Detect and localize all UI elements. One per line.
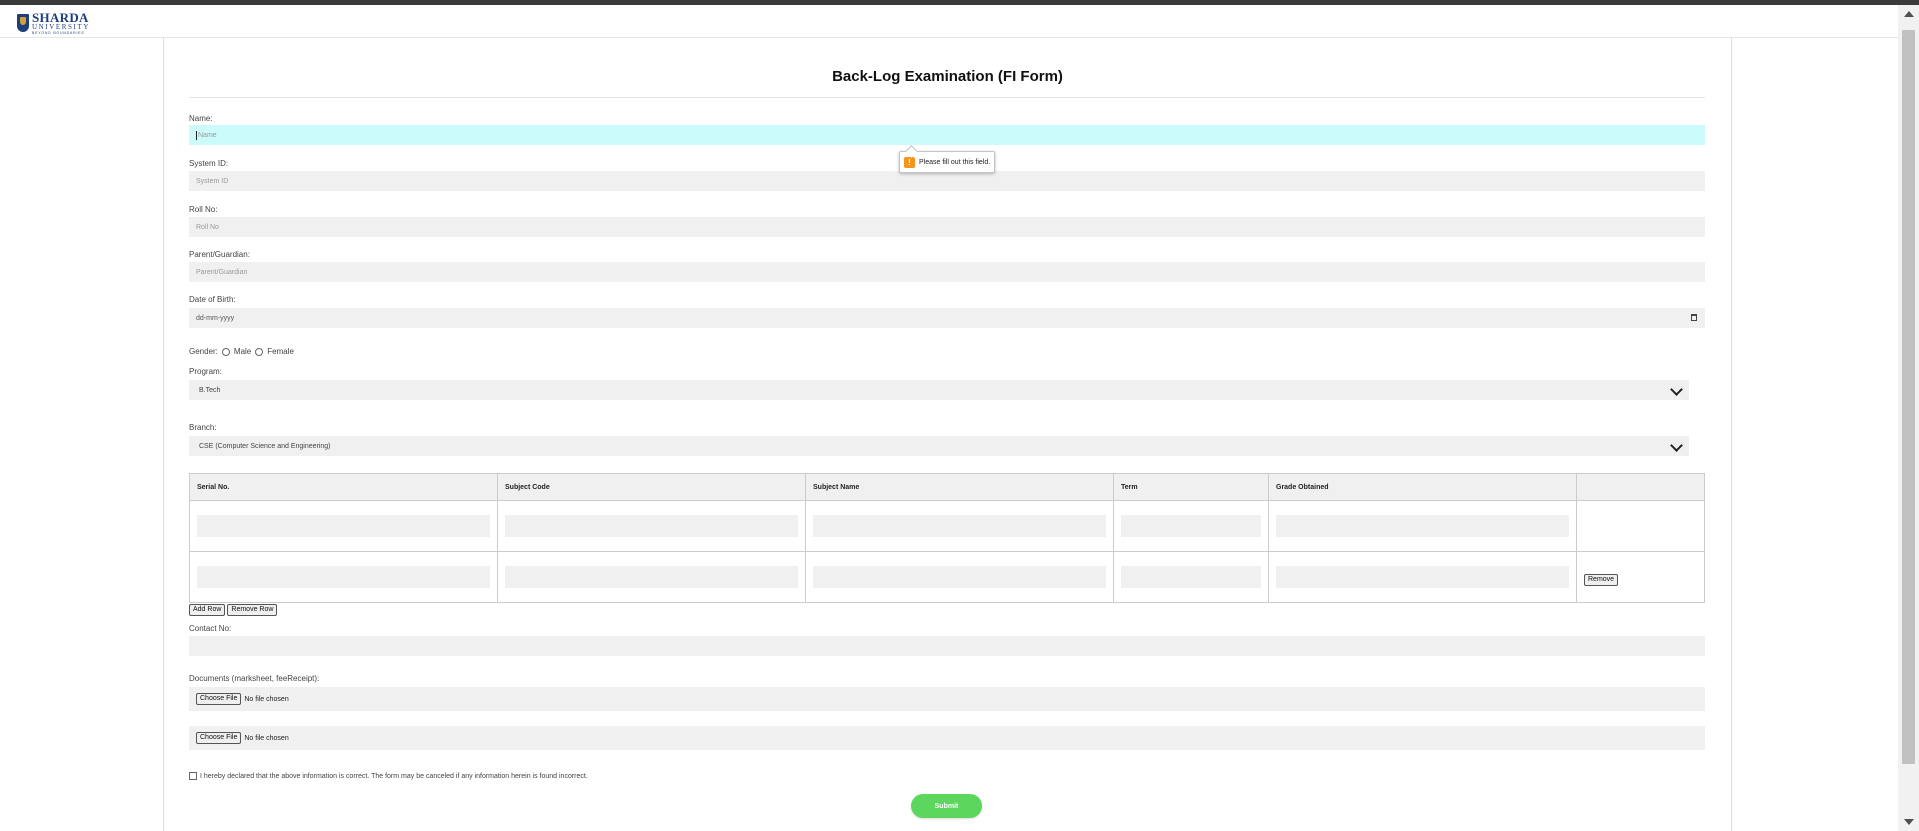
col-actions [1576,473,1705,501]
subject-code-input[interactable] [505,515,798,537]
subject-name-input[interactable] [813,515,1106,537]
branch-selected-value: CSE (Computer Science and Engineering) [199,442,331,450]
page-scrollbar[interactable] [1898,5,1919,831]
choose-file-button[interactable]: Choose File [196,732,242,744]
warning-icon: ! [904,156,915,168]
col-subject-name: Subject Name [805,473,1114,501]
grade-input[interactable] [1276,566,1569,588]
subject-name-input[interactable] [813,566,1106,588]
file-status: No file chosen [244,734,289,742]
submit-button[interactable]: Submit [911,794,982,818]
program-selected-value: B.Tech [199,386,221,394]
parent-input[interactable]: Parent/Guardian [189,262,1705,282]
choose-file-button[interactable]: Choose File [196,693,242,705]
logo-shield-icon [17,14,29,32]
table-header-row: Serial No. Subject Code Subject Name Ter… [189,473,1705,501]
term-input[interactable] [1121,566,1261,588]
subjects-table: Serial No. Subject Code Subject Name Ter… [189,473,1705,603]
title-divider [189,97,1705,98]
declaration-text: I hereby declared that the above informa… [200,772,588,780]
col-subject-code: Subject Code [497,473,806,501]
grade-input[interactable] [1276,515,1569,537]
table-row [189,500,1705,552]
parent-placeholder: Parent/Guardian [196,268,248,276]
roll-no-label: Roll No: [189,205,218,214]
branch-label: Branch: [189,423,217,432]
gender-female-label: Female [267,347,294,356]
term-input[interactable] [1121,515,1261,537]
system-id-placeholder: System ID [196,177,229,185]
gender-female-radio[interactable] [255,347,264,356]
contact-input[interactable] [189,636,1705,656]
gender-male-label: Male [233,347,252,356]
system-id-input[interactable]: System ID [189,171,1705,191]
declaration-checkbox[interactable] [189,772,197,780]
gender-male-radio[interactable] [221,347,230,356]
serial-input[interactable] [197,515,490,537]
dob-input[interactable]: dd-mm-yyyy [189,308,1705,328]
col-serial: Serial No. [189,473,498,501]
chevron-down-icon [1670,439,1683,452]
remove-row-inline-button[interactable]: Remove [1584,574,1619,586]
col-term: Term [1113,473,1269,501]
scroll-down-arrow-icon[interactable] [1904,819,1914,825]
roll-no-input[interactable]: Roll No [189,217,1705,237]
declaration: I hereby declared that the above informa… [189,772,588,780]
table-row: Remove [189,551,1705,603]
program-select[interactable]: B.Tech [189,380,1689,400]
calendar-icon[interactable] [1691,314,1697,321]
scroll-up-arrow-icon[interactable] [1904,11,1914,17]
program-label: Program: [189,367,222,376]
subject-code-input[interactable] [505,566,798,588]
dob-label: Date of Birth: [189,295,236,304]
branch-select[interactable]: CSE (Computer Science and Engineering) [189,436,1689,456]
sharda-logo[interactable]: SHARDA UNIVERSITY BEYOND BOUNDARIES [17,11,90,35]
document-upload-2: Choose File No file chosen [189,726,1705,750]
chevron-down-icon [1670,383,1683,396]
page-title: Back-Log Examination (FI Form) [832,68,1063,85]
logo-sub: UNIVERSITY [32,22,90,31]
add-row-button[interactable]: Add Row [189,604,226,616]
document-upload-1: Choose File No file chosen [189,687,1705,711]
parent-label: Parent/Guardian: [189,250,250,259]
roll-no-placeholder: Roll No [196,223,219,231]
dob-placeholder: dd-mm-yyyy [196,314,235,322]
contact-label: Contact No: [189,624,232,633]
system-id-label: System ID: [189,159,229,168]
actions-cell [1576,500,1705,552]
documents-label: Documents (marksheet, feeReceipt): [189,674,320,683]
scrollbar-thumb[interactable] [1902,30,1915,764]
gender-label: Gender: [189,347,218,356]
logo-name: SHARDA [32,9,89,25]
site-header: SHARDA UNIVERSITY BEYOND BOUNDARIES [0,5,1898,38]
validation-tooltip: ! Please fill out this field. [899,151,995,173]
serial-input[interactable] [197,566,490,588]
name-placeholder: Name [198,131,217,139]
name-input[interactable]: Name [189,125,1705,145]
name-label: Name: [189,114,213,123]
remove-row-button[interactable]: Remove Row [227,604,278,616]
row-controls: Add Row Remove Row [189,604,278,616]
col-grade: Grade Obtained [1268,473,1577,501]
gender-group: Gender: Male Female [189,347,294,356]
text-caret [196,130,197,140]
validation-message: Please fill out this field. [919,158,991,166]
file-status: No file chosen [244,695,289,703]
logo-tagline: BEYOND BOUNDARIES [32,30,85,35]
